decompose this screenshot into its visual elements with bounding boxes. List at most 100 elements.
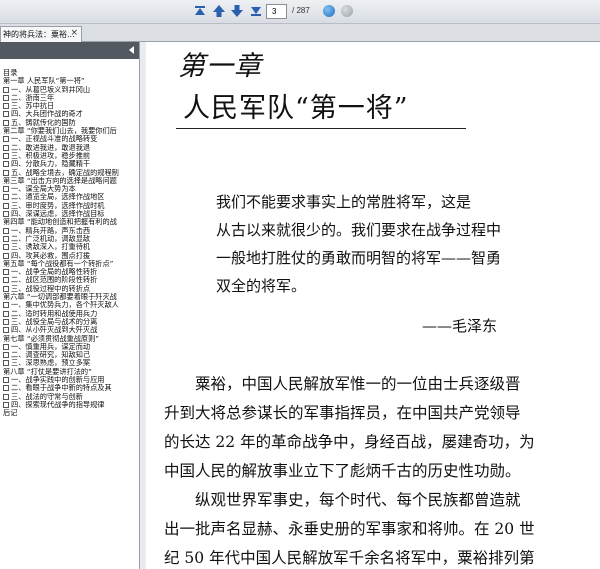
toc-item[interactable]: 一、战争全局的战略性转折 (3, 268, 139, 277)
body-line: 中国人民的解放事业立下了彪炳千古的历史性功勋。 (164, 462, 521, 480)
stop-icon[interactable] (341, 5, 353, 17)
toc-item[interactable]: 三、积极进攻，稳步推前 (3, 152, 139, 160)
toc-item[interactable]: 第三章 “出击方向的选择是战略问题 (3, 177, 139, 185)
toc-item[interactable]: 四、从小歼灭战到大歼灭战 (3, 326, 139, 334)
expand-box-icon[interactable] (3, 227, 9, 234)
expand-box-icon[interactable] (3, 285, 9, 292)
expand-box-icon[interactable] (3, 144, 9, 151)
toc-item-label: 一、战争全局的战略性转折 (11, 268, 98, 277)
collapse-sidebar-icon[interactable] (129, 46, 134, 54)
toc-item[interactable]: 五、铸就传化的国防 (3, 118, 139, 127)
body-line: 出一批声名显赫、永垂史册的军事家和将帅。在 20 世 (164, 520, 535, 538)
toc-item[interactable]: 四、大兵团作战的奇才 (3, 110, 139, 118)
toc-item[interactable]: 二、敢进我进，敢退我退 (3, 144, 139, 152)
next-page-icon[interactable] (230, 4, 244, 18)
expand-box-icon[interactable] (3, 343, 9, 350)
toc-item[interactable]: 第七章 “必须贯彻战重战原则” (3, 335, 139, 343)
expand-box-icon[interactable] (3, 360, 9, 367)
document-page: 第一章 人民军队“第一将” 我们不能要求事实上的常胜将军，这是 从古以来就很少的… (146, 42, 600, 569)
toc-item-label: 一、正视战斗准的战略转变 (11, 135, 98, 144)
expand-box-icon[interactable] (3, 119, 9, 126)
expand-box-icon[interactable] (3, 103, 9, 110)
expand-box-icon[interactable] (3, 401, 9, 408)
toc-item[interactable]: 三、审时度势，选择作战时机 (3, 202, 139, 210)
toc-item[interactable]: 四、探索现代战争的指导规律 (3, 401, 139, 409)
toc-item[interactable]: 第一章 人民军队“第一将” (3, 77, 139, 85)
toc-item[interactable]: 五、战略全境去，确定战的规程制 (3, 169, 139, 177)
toc-item[interactable]: 二、调查研究，知敌知己 (3, 351, 139, 360)
toc-item-label: 一、集中优势兵力，各个歼灭敌人 (11, 301, 119, 310)
expand-box-icon[interactable] (3, 277, 9, 284)
toc-item[interactable]: 一、正视战斗准的战略转变 (3, 135, 139, 144)
toc-item[interactable]: 第八章 “打仗是要讲打法的” (3, 367, 139, 376)
expand-box-icon[interactable] (3, 111, 9, 118)
toc-item[interactable]: 一、谋全局大势为本 (3, 185, 139, 193)
toc-item[interactable]: 二、通览全局，选择作战地区 (3, 193, 139, 201)
toc-item[interactable]: 二、看眼于战争中新的特点及其 (3, 384, 139, 392)
expand-box-icon[interactable] (3, 136, 9, 143)
expand-box-icon[interactable] (3, 161, 9, 168)
prev-page-icon[interactable] (212, 4, 226, 18)
toc-item[interactable]: 三、深思熟虑，预立多案 (3, 359, 139, 367)
toc-item[interactable]: 四、分散兵力，隐藏精干 (3, 160, 139, 168)
expand-box-icon[interactable] (3, 202, 9, 209)
toc-item-label: 一、慎重用兵，谋定而动 (11, 342, 91, 351)
toc-item[interactable]: 一、从葛巴坂义到井冈山 (3, 86, 139, 94)
toc-item[interactable]: 二、适时转用和战使用兵力 (3, 310, 139, 318)
toc-item[interactable]: 二、广泛机动，调敌显敌 (3, 235, 139, 243)
toc-item[interactable]: 目录 (3, 69, 139, 77)
toc-item[interactable]: 二、战区范围的阶段性转折 (3, 276, 139, 284)
toc-item[interactable]: 一、战争实践中的创新与应用 (3, 376, 139, 384)
toolbar: 3 / 287 (0, 0, 600, 24)
toc-item[interactable]: 一、慎重用兵，谋定而动 (3, 342, 139, 351)
toc-item-label: 第六章 “一切调部都要着眼于歼灭战 (3, 293, 117, 302)
expand-box-icon[interactable] (3, 86, 9, 93)
toc-item[interactable]: 四、深谋远虑，选择作战目标 (3, 210, 139, 219)
close-icon[interactable]: × (70, 28, 78, 38)
toc-item-label: 第八章 “打仗是要讲打法的” (3, 367, 92, 376)
expand-box-icon[interactable] (3, 169, 9, 176)
go-icon[interactable] (323, 5, 335, 17)
expand-box-icon[interactable] (3, 235, 9, 242)
quote-line: 双全的将军。 (216, 277, 307, 295)
expand-box-icon[interactable] (3, 252, 9, 259)
chapter-number: 第一章 (178, 51, 262, 82)
expand-box-icon[interactable] (3, 385, 9, 392)
expand-box-icon[interactable] (3, 186, 9, 193)
toc-item[interactable]: 一、集中优势兵力，各个歼灭敌人 (3, 301, 139, 310)
expand-box-icon[interactable] (3, 376, 9, 383)
toc-item-label: 五、铸就传化的国防 (11, 118, 76, 127)
toc-item[interactable]: 三、苏中抗日 (3, 102, 139, 110)
expand-box-icon[interactable] (3, 211, 9, 218)
first-page-icon[interactable] (193, 4, 207, 18)
toc-item[interactable]: 三、战法的守常与创新 (3, 393, 139, 401)
expand-box-icon[interactable] (3, 352, 9, 359)
expand-box-icon[interactable] (3, 302, 9, 309)
toc-item-label: 四、深谋远虑，选择作战目标 (11, 210, 105, 219)
page-number-input[interactable]: 3 (266, 4, 287, 19)
expand-box-icon[interactable] (3, 318, 9, 325)
toc-item[interactable]: 三、诱敌深入，打重待机 (3, 243, 139, 251)
toc-item[interactable]: 三、战役过程中的转折点 (3, 285, 139, 293)
toc-item[interactable]: 第五章 “每个战役都有一个转折点” (3, 260, 139, 268)
expand-box-icon[interactable] (3, 244, 9, 251)
toc-item[interactable]: 第四章 “能动地创造和把握有利的战 (3, 218, 139, 226)
expand-box-icon[interactable] (3, 310, 9, 317)
document-tab[interactable]: 神的将兵法：粟裕... × (0, 26, 82, 42)
toc-item[interactable]: 后记 (3, 409, 139, 417)
expand-box-icon[interactable] (3, 152, 9, 159)
expand-box-icon[interactable] (3, 269, 9, 276)
toc-item-label: 二、调查研究，知敌知己 (11, 351, 91, 360)
toc-item[interactable]: 第二章 “你要我们山去，我要你们后 (3, 127, 139, 135)
expand-box-icon[interactable] (3, 194, 9, 201)
expand-box-icon[interactable] (3, 94, 9, 101)
toc-item[interactable]: 四、攻其必救，围点打援 (3, 252, 139, 260)
expand-box-icon[interactable] (3, 393, 9, 400)
toc-item[interactable]: 三、战役全局与战术的分离 (3, 318, 139, 326)
toc-item[interactable]: 一、精兵开路，声东击西 (3, 227, 139, 235)
last-page-icon[interactable] (249, 4, 263, 18)
expand-box-icon[interactable] (3, 327, 9, 334)
toc-item-label: 目录 (3, 69, 18, 77)
toc-item[interactable]: 第六章 “一切调部都要着眼于歼灭战 (3, 293, 139, 302)
toc-item[interactable]: 二、浙南三年 (3, 94, 139, 102)
